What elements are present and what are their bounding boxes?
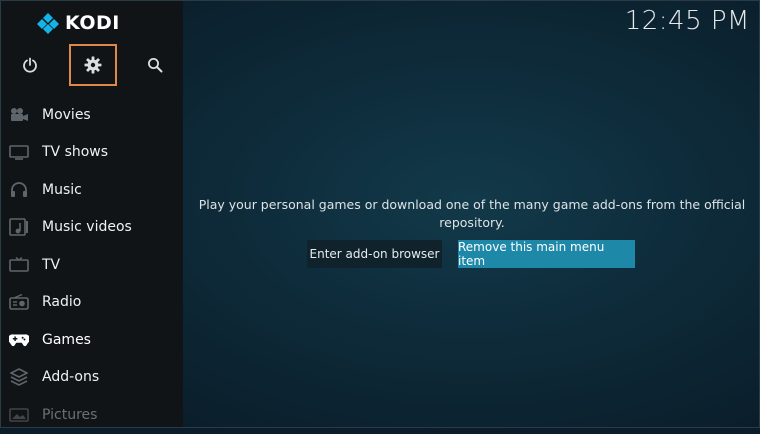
menu-label: Music: [42, 181, 82, 198]
menu-item-radio[interactable]: Radio: [0, 284, 183, 322]
pictures-icon: [9, 406, 29, 424]
menu-label: TV: [42, 256, 61, 273]
menu-label: Radio: [42, 294, 82, 311]
menu-item-addons[interactable]: Add-ons: [0, 359, 183, 397]
main-menu: Movies TV shows Music Music videos TV Ra…: [0, 96, 183, 434]
remove-menu-item-button[interactable]: Remove this main menu item: [458, 240, 635, 268]
kodi-logo: KODI: [37, 12, 120, 34]
addons-icon: [9, 368, 29, 387]
menu-item-music[interactable]: Music: [0, 171, 183, 209]
menu-label: Pictures: [42, 406, 98, 423]
tv-shows-icon: [9, 143, 29, 161]
gamepad-icon: [9, 331, 29, 349]
sidebar: KODI Movies TV shows Music Music videos …: [0, 0, 183, 428]
games-message: Play your personal games or download one…: [198, 197, 746, 230]
search-icon: [148, 58, 163, 73]
menu-item-games[interactable]: Games: [0, 321, 183, 359]
menu-item-tv[interactable]: TV: [0, 246, 183, 284]
menu-label: Music videos: [42, 219, 132, 236]
gear-icon: [84, 56, 102, 74]
menu-item-music-videos[interactable]: Music videos: [0, 209, 183, 247]
menu-item-movies[interactable]: Movies: [0, 96, 183, 134]
menu-label: Games: [42, 331, 91, 348]
tv-icon: [9, 256, 29, 274]
kodi-logo-icon: [37, 13, 59, 34]
menu-label: TV shows: [42, 144, 109, 161]
menu-label: Add-ons: [42, 369, 100, 386]
menu-item-tv-shows[interactable]: TV shows: [0, 134, 183, 172]
music-videos-icon: [9, 218, 29, 237]
radio-icon: [9, 293, 29, 311]
settings-button[interactable]: [69, 44, 117, 86]
clock: 12:45 PM: [624, 6, 750, 36]
search-button[interactable]: [131, 44, 179, 86]
menu-label: Movies: [42, 106, 91, 123]
headphones-icon: [9, 181, 29, 199]
app-name: KODI: [65, 12, 120, 34]
power-icon: [23, 57, 37, 73]
movies-icon: [9, 106, 29, 124]
power-button[interactable]: [6, 44, 54, 86]
enter-addon-browser-button[interactable]: Enter add-on browser: [307, 240, 442, 268]
